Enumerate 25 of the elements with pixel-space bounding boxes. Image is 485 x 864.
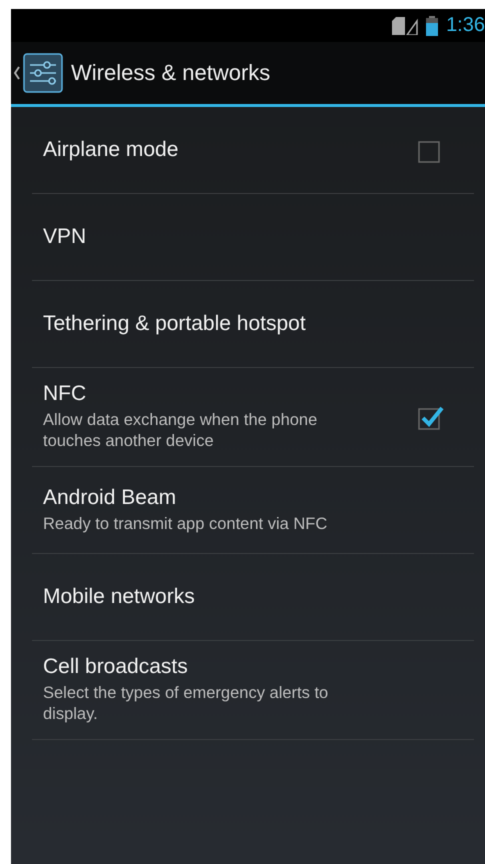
item-title: Cell broadcasts xyxy=(43,655,189,679)
item-title: VPN xyxy=(43,225,86,249)
item-title: Android Beam xyxy=(43,486,178,510)
back-button[interactable] xyxy=(11,53,63,93)
checkbox[interactable] xyxy=(418,404,444,430)
settings-item[interactable]: VPN xyxy=(32,194,474,281)
settings-item[interactable]: Cell broadcasts Select the types of emergency alerts to display. xyxy=(32,641,474,740)
settings-item[interactable]: Airplane mode xyxy=(32,107,474,194)
settings-item[interactable]: Mobile networks xyxy=(32,554,474,641)
item-title: Mobile networks xyxy=(43,585,195,609)
item-summary: Select the types of emergency alerts to display. xyxy=(43,683,330,725)
settings-item[interactable]: NFC Allow data exchange when the phone touches another device xyxy=(32,368,474,467)
item-title: NFC xyxy=(43,382,88,406)
screen-title: Wireless & networks xyxy=(71,60,270,86)
no-sim-icon xyxy=(392,16,418,34)
settings-item[interactable]: Android Beam Ready to transmit app content via NFC xyxy=(32,467,474,554)
chevron-icon xyxy=(14,66,20,80)
item-summary: Allow data exchange when the phone touches another device xyxy=(43,410,318,452)
settings-icon xyxy=(23,53,63,93)
battery-icon xyxy=(426,16,438,36)
settings-item[interactable]: Tethering & portable hotspot xyxy=(32,281,474,368)
clock-time: 1:36 xyxy=(446,14,485,37)
item-title: Airplane mode xyxy=(43,138,178,162)
item-summary: Ready to transmit app content via NFC xyxy=(43,514,328,534)
item-title: Tethering & portable hotspot xyxy=(43,312,306,336)
